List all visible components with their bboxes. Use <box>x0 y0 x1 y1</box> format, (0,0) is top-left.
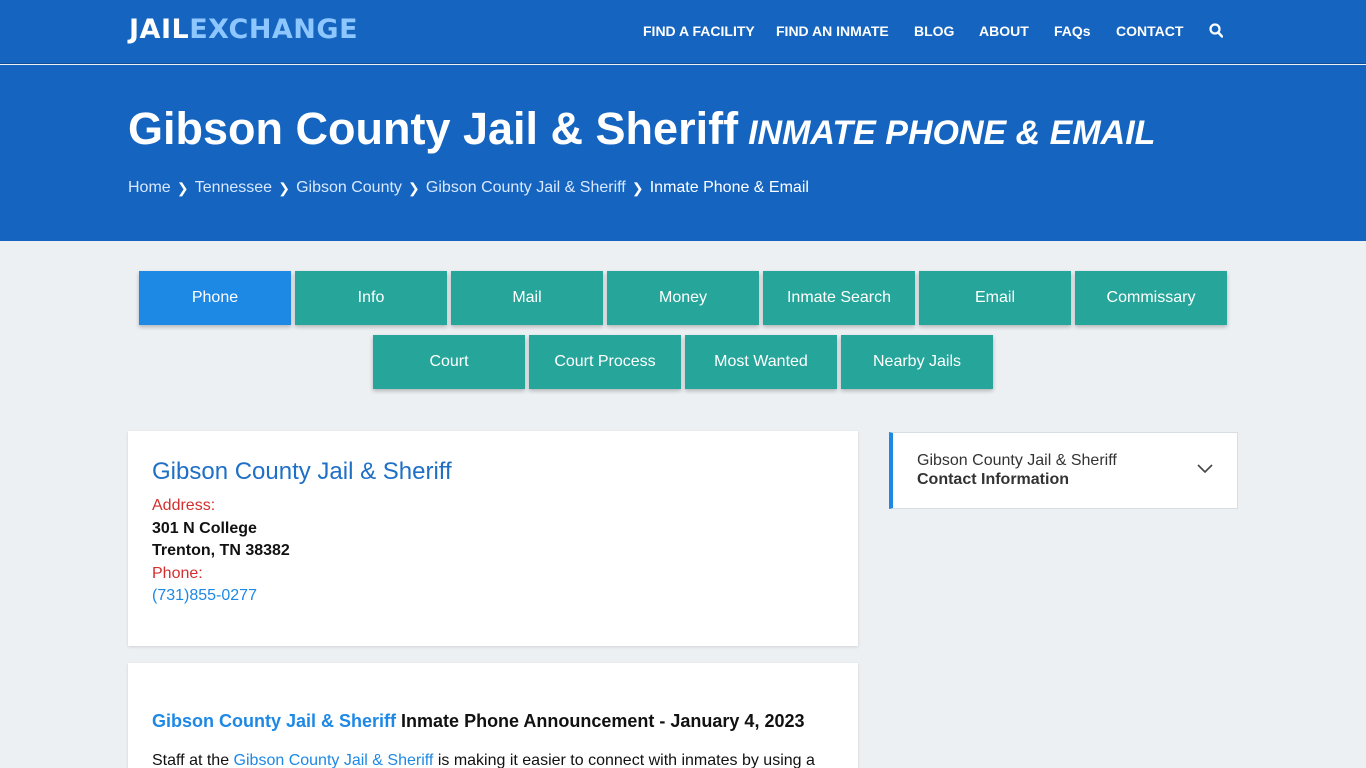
breadcrumb-facility[interactable]: Gibson County Jail & Sheriff <box>426 179 626 197</box>
main-nav: FIND A FACILITY FIND AN INMATE BLOG ABOU… <box>0 23 1366 43</box>
announcement-body-suffix: is making it easier to connect with inma… <box>437 752 815 768</box>
nav-faqs[interactable]: FAQs <box>1054 23 1091 39</box>
tab-phone[interactable]: Phone <box>139 271 291 325</box>
address-line-2: Trenton, TN 38382 <box>152 542 290 559</box>
page-title-main: Gibson County Jail & Sheriff <box>128 103 739 154</box>
page-title-subtitle: INMATE PHONE & EMAIL <box>748 114 1156 152</box>
page-hero: Gibson County Jail & Sheriff INMATE PHONE… <box>0 65 1366 241</box>
tab-info[interactable]: Info <box>295 271 447 325</box>
tab-inmate-search[interactable]: Inmate Search <box>763 271 915 325</box>
chevron-right-icon: ❯ <box>278 179 290 196</box>
breadcrumb-state[interactable]: Tennessee <box>195 179 272 197</box>
accordion-title: Contact Information <box>917 471 1069 488</box>
address-line-1: 301 N College <box>152 520 257 537</box>
nav-find-facility[interactable]: FIND A FACILITY <box>643 23 755 39</box>
phone-label: Phone: <box>152 565 203 582</box>
address-label: Address: <box>152 497 216 514</box>
tab-commissary[interactable]: Commissary <box>1075 271 1227 325</box>
breadcrumb: Home ❯ Tennessee ❯ Gibson County ❯ Gibso… <box>128 179 809 197</box>
breadcrumb-home[interactable]: Home <box>128 179 171 197</box>
chevron-right-icon: ❯ <box>408 179 420 196</box>
announcement-body: Staff at the Gibson County Jail & Sherif… <box>152 752 815 768</box>
facility-name[interactable]: Gibson County Jail & Sheriff <box>152 458 452 486</box>
chevron-down-icon[interactable] <box>1196 462 1214 474</box>
announcement-facility-link[interactable]: Gibson County Jail & Sheriff <box>152 711 396 731</box>
tab-nearby-jails[interactable]: Nearby Jails <box>841 335 993 389</box>
announcement-body-link[interactable]: Gibson County Jail & Sheriff <box>234 752 434 768</box>
breadcrumb-current: Inmate Phone & Email <box>649 179 809 196</box>
announcement-body-prefix: Staff at the <box>152 752 230 768</box>
breadcrumb-county[interactable]: Gibson County <box>296 179 402 197</box>
top-navbar: JAILEXCHANGE FIND A FACILITY FIND AN INM… <box>0 0 1366 64</box>
announcement-title: Inmate Phone Announcement - January 4, 2… <box>401 711 805 731</box>
nav-blog[interactable]: BLOG <box>914 23 954 39</box>
announcement-heading: Gibson County Jail & Sheriff Inmate Phon… <box>152 711 805 732</box>
chevron-right-icon: ❯ <box>176 179 189 196</box>
tab-court[interactable]: Court <box>373 335 525 389</box>
accordion-facility-name: Gibson County Jail & Sheriff <box>917 452 1117 469</box>
announcement-card: Gibson County Jail & Sheriff Inmate Phon… <box>128 663 858 768</box>
search-icon[interactable] <box>1209 23 1223 39</box>
nav-about[interactable]: ABOUT <box>979 23 1029 39</box>
contact-info-accordion[interactable]: Gibson County Jail & Sheriff Contact Inf… <box>889 432 1238 509</box>
chevron-right-icon: ❯ <box>631 179 644 196</box>
page-title: Gibson County Jail & Sheriff INMATE PHONE… <box>128 103 1155 155</box>
tab-most-wanted[interactable]: Most Wanted <box>685 335 837 389</box>
facility-card: Gibson County Jail & Sheriff Address: 30… <box>128 431 858 646</box>
tab-email[interactable]: Email <box>919 271 1071 325</box>
phone-link[interactable]: (731)855-0277 <box>152 587 257 605</box>
tab-mail[interactable]: Mail <box>451 271 603 325</box>
nav-find-inmate[interactable]: FIND AN INMATE <box>776 23 889 39</box>
tab-money[interactable]: Money <box>607 271 759 325</box>
tab-court-process[interactable]: Court Process <box>529 335 681 389</box>
nav-contact[interactable]: CONTACT <box>1116 23 1183 39</box>
